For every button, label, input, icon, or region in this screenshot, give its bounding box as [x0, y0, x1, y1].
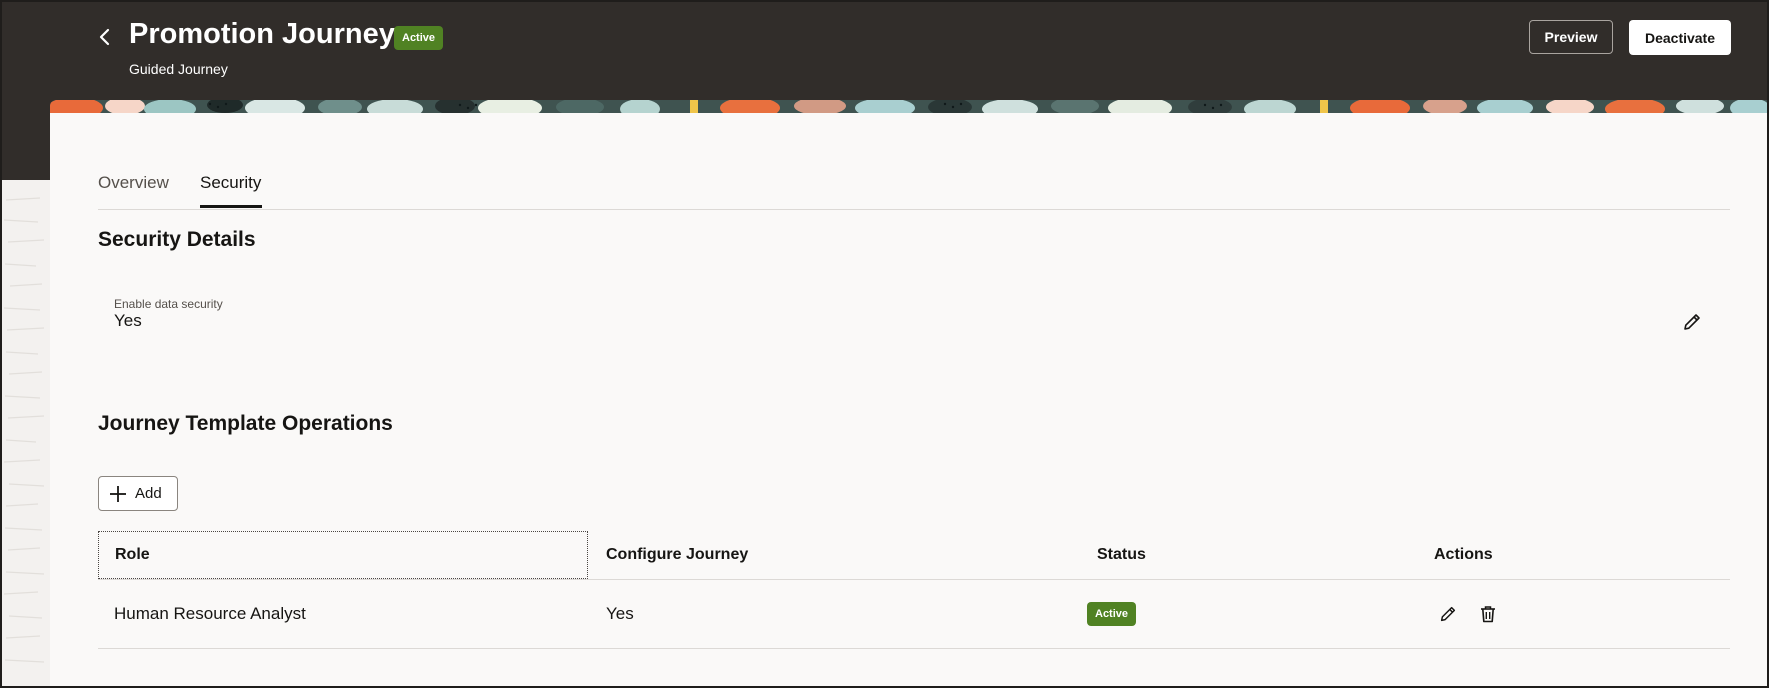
column-header-status[interactable]: Status: [1097, 531, 1146, 579]
plus-icon: [110, 485, 126, 502]
decorative-banner: [50, 100, 1767, 113]
table-row[interactable]: Human Resource Analyst Yes Active: [98, 580, 1730, 649]
column-header-configure-journey[interactable]: Configure Journey: [606, 531, 748, 579]
preview-button[interactable]: Preview: [1529, 20, 1613, 54]
enable-data-security-label: Enable data security: [114, 297, 223, 311]
tab-bar: Overview Security: [98, 173, 1730, 210]
add-button-label: Add: [135, 485, 162, 502]
delete-row-button[interactable]: [1474, 600, 1502, 628]
background-texture: [0, 180, 50, 688]
page-title: Promotion Journey: [129, 18, 395, 50]
trash-icon: [1481, 606, 1495, 623]
tab-selected-indicator: [200, 205, 262, 208]
operations-table: Role Configure Journey Status Actions Hu…: [98, 531, 1730, 649]
tab-overview[interactable]: Overview: [98, 173, 169, 203]
status-badge: Active: [1087, 602, 1137, 626]
deactivate-button[interactable]: Deactivate: [1629, 20, 1731, 55]
page-subtitle: Guided Journey: [129, 61, 228, 77]
cell-status: Active: [1087, 580, 1137, 648]
security-details-title: Security Details: [98, 228, 256, 251]
back-button[interactable]: [92, 22, 118, 52]
tab-security[interactable]: Security: [200, 173, 261, 203]
column-header-actions: Actions: [1434, 546, 1493, 563]
cell-configure-journey: Yes: [606, 604, 634, 623]
edit-row-button[interactable]: [1434, 600, 1462, 628]
column-header-role[interactable]: Role: [98, 531, 588, 579]
status-badge: Active: [394, 26, 444, 50]
pencil-icon: [1684, 314, 1700, 330]
pencil-icon: [1440, 606, 1456, 622]
cell-actions: [1434, 580, 1502, 648]
enable-data-security-value: Yes: [114, 311, 142, 330]
journey-template-operations-title: Journey Template Operations: [98, 412, 393, 435]
chevron-left-icon: [99, 28, 110, 46]
cell-role: Human Resource Analyst: [114, 604, 306, 623]
edit-security-button[interactable]: [1678, 308, 1706, 336]
add-button[interactable]: Add: [98, 476, 178, 511]
